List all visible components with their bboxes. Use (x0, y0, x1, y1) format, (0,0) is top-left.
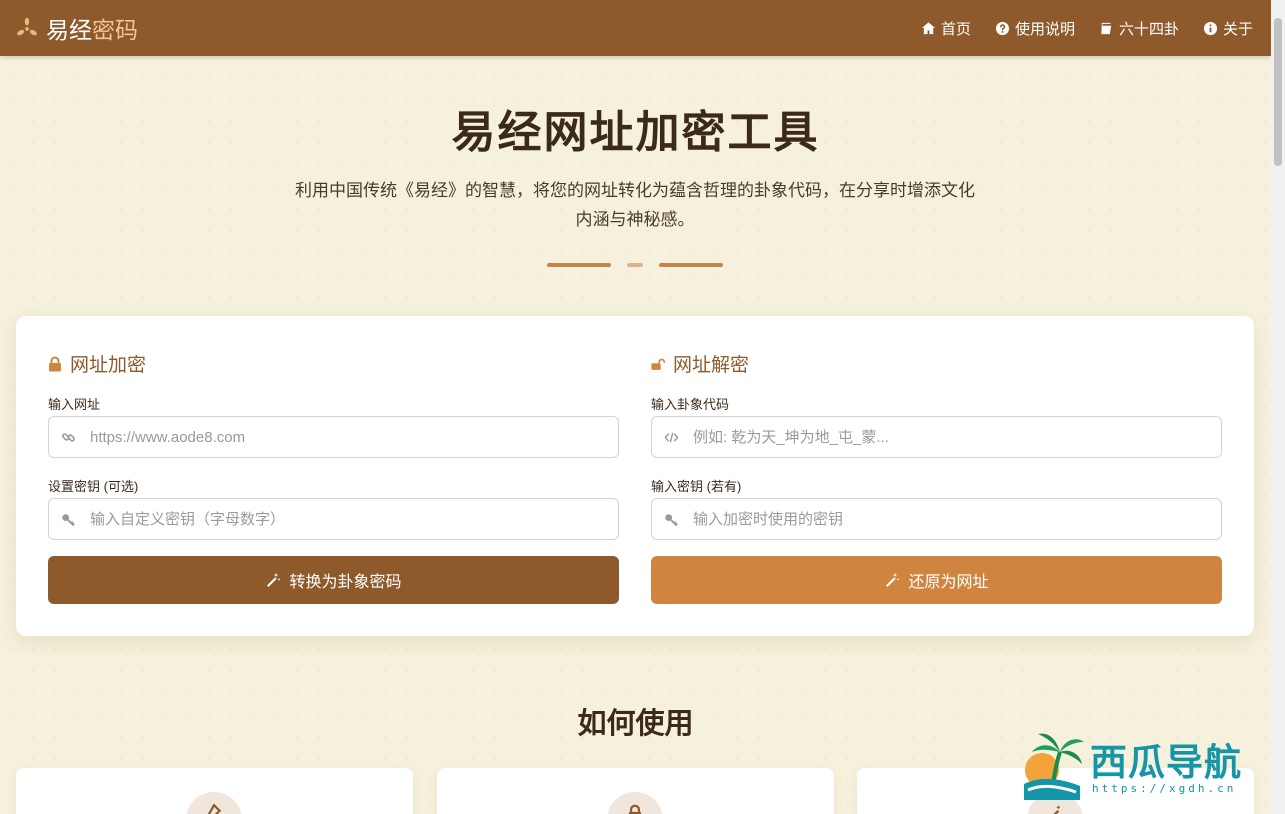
nav-guide[interactable]: 使用说明 (995, 18, 1075, 39)
nav-menu: 首页 使用说明 六十四卦 关于 (921, 18, 1253, 39)
nav-guide-label: 使用说明 (1014, 20, 1075, 38)
nav-about[interactable]: 关于 (1203, 18, 1253, 39)
nav-home[interactable]: 首页 (921, 18, 971, 39)
decrypt-key-input[interactable] (693, 510, 1193, 528)
encrypt-button[interactable]: 转换为卦象密码 (48, 556, 619, 604)
step-1-icon-circle (186, 792, 242, 814)
lock-icon (49, 356, 61, 371)
code-field[interactable] (651, 416, 1222, 458)
key-icon (665, 513, 678, 526)
step-card-2 (437, 768, 834, 814)
decrypt-key-label: 输入密钥 (若有) (651, 479, 742, 494)
nav-about-label: 关于 (1222, 20, 1253, 38)
decrypt-button[interactable]: 还原为网址 (651, 556, 1222, 604)
encrypt-header: 网址加密 (48, 350, 146, 377)
book-icon (1101, 22, 1112, 34)
link-icon (62, 432, 75, 442)
magic-wand-icon (1053, 805, 1061, 814)
decrypt-title: 网址解密 (673, 354, 750, 376)
divider-bar-center (627, 263, 643, 267)
brand-logo[interactable]: 易经密码 (16, 11, 138, 45)
step-2-icon-circle (607, 792, 663, 814)
url-input[interactable] (90, 428, 590, 446)
info-circle-icon (1203, 21, 1218, 35)
encrypt-key-field[interactable] (48, 498, 619, 540)
nav-64-hexagrams[interactable]: 六十四卦 (1099, 18, 1179, 39)
tool-card: 网址加密 输入网址 设置密钥 (可选) 转换为卦象密码 网址解密 输入卦象代码 … (16, 316, 1254, 636)
key-icon (62, 513, 75, 526)
page-title: 易经网址加密工具 (451, 107, 820, 158)
code-input[interactable] (693, 428, 1193, 446)
brand-name-main: 易经 (46, 18, 92, 44)
lock-icon (628, 804, 642, 814)
scrollbar-thumb[interactable] (1274, 18, 1282, 166)
decrypt-header: 网址解密 (651, 350, 749, 377)
top-navbar: 易经密码 首页 使用说明 六十四卦 关于 (0, 0, 1271, 56)
site-watermark: 西瓜导航 https://xgdh.cn (1020, 728, 1265, 804)
page-scrollbar[interactable] (1271, 0, 1285, 814)
code-icon (664, 432, 679, 442)
encrypt-key-input[interactable] (90, 510, 590, 528)
palm-island-logo-icon (1024, 733, 1084, 800)
divider-bar-left (547, 263, 611, 267)
brand-name-accent: 密码 (92, 18, 138, 44)
encrypt-button-label: 转换为卦象密码 (289, 574, 402, 591)
watermark-url: https://xgdh.cn (1092, 782, 1237, 795)
url-field[interactable] (48, 416, 619, 458)
pencil-icon (207, 804, 222, 814)
question-circle-icon (995, 21, 1010, 35)
brand-name: 易经密码 (46, 11, 138, 45)
encrypt-title: 网址加密 (70, 354, 147, 376)
unlock-icon (651, 358, 665, 370)
sparkle-logo-icon (17, 17, 37, 36)
encrypt-key-label: 设置密钥 (可选) (48, 479, 139, 494)
magic-wand-icon (267, 573, 281, 587)
watermark-text: 西瓜导航 (1090, 741, 1242, 784)
code-label: 输入卦象代码 (651, 397, 730, 412)
nav-64-hexagrams-label: 六十四卦 (1118, 20, 1179, 38)
divider-bar-right (659, 263, 723, 267)
magic-wand-icon (886, 573, 900, 587)
step-card-1 (16, 768, 413, 814)
decrypt-button-label: 还原为网址 (908, 574, 989, 591)
page-subtitle: 利用中国传统《易经》的智慧，将您的网址转化为蕴含哲理的卦象代码，在分享时增添文化… (295, 181, 975, 229)
decrypt-key-field[interactable] (651, 498, 1222, 540)
nav-home-label: 首页 (940, 20, 971, 38)
home-icon (921, 21, 935, 34)
url-label: 输入网址 (48, 397, 101, 412)
